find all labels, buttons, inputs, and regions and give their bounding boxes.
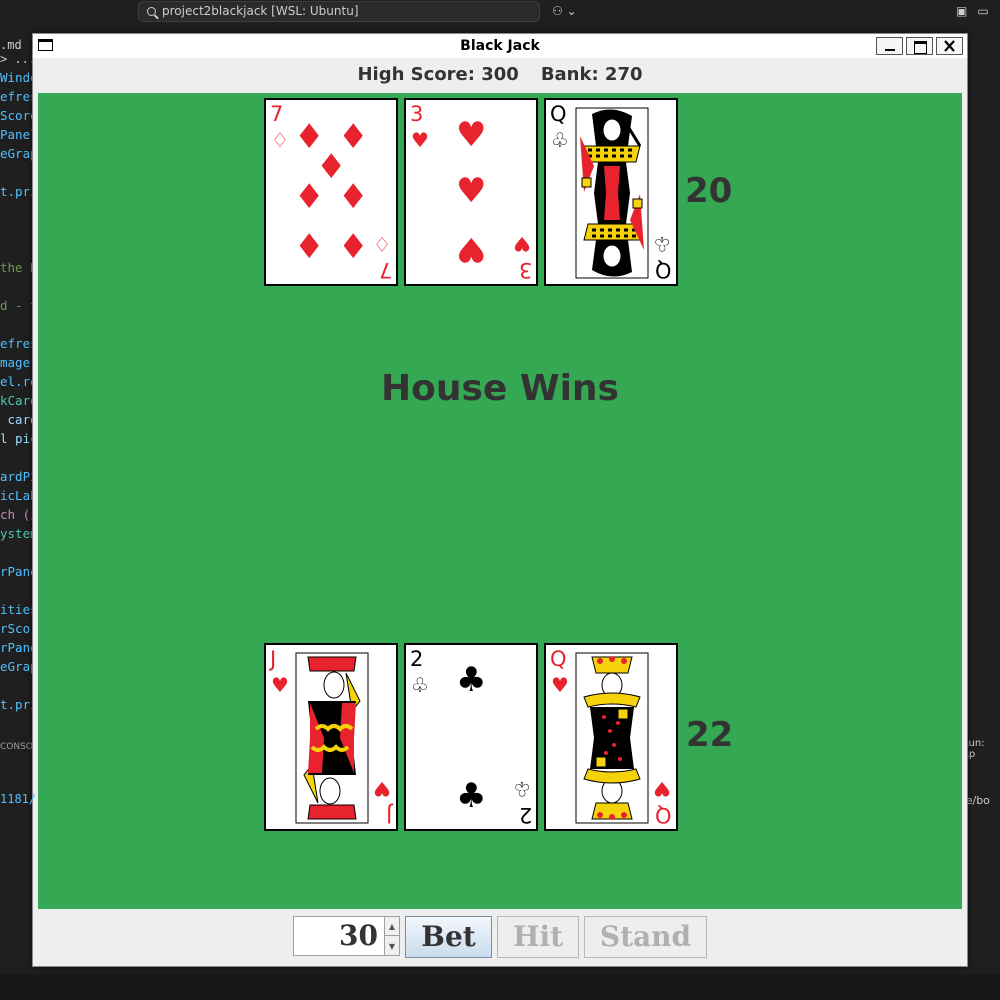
copilot-icon[interactable]: ⚇ ⌄ [552,4,577,18]
diamond-icon: ♢ [373,232,391,256]
background-status-bar [0,974,1000,1000]
club-icon: ♧ [653,232,671,256]
card-rank: J [270,647,277,671]
heart-icon: ♥ [653,777,671,801]
background-search-text: project2blackjack [WSL: Ubuntu] [162,4,359,18]
club-icon: ♣ [456,776,487,816]
background-file-tab[interactable]: .md > ... [0,38,36,66]
queen-face-art [575,107,649,279]
diamond-icon: ♦ [294,177,325,217]
bet-button[interactable]: Bet [405,916,492,958]
diamond-icon: ♦ [338,227,369,267]
background-breadcrumb: > ... [0,52,37,66]
heart-icon: ♥ [513,232,531,256]
minimize-button[interactable] [876,37,903,55]
dealer-card-3: Q ♧ Q ♧ [544,98,678,286]
card-rank: Q [550,102,567,126]
card-rank: 7 [378,258,392,282]
stand-button[interactable]: Stand [584,916,707,958]
player-card-3: Q ♥ Q ♥ [544,643,678,831]
heart-icon: ♥ [456,229,487,269]
bank-label: Bank: 270 [540,64,643,85]
card-rank: 3 [410,102,424,126]
heart-icon: ♥ [456,171,487,211]
background-console-tab[interactable]: CONSO [0,742,33,752]
card-table: 7 ♢ 7 ♢ ♦ ♦ ♦ ♦ ♦ ♦ ♦ 3 ♥ 3 ♥ ♥ ♥ ♥ Q ♧ … [38,93,962,909]
diamond-icon: ♦ [338,177,369,217]
heart-icon: ♥ [411,128,429,152]
layout-icons[interactable]: ▣▭ [956,4,999,18]
jack-face-art [295,652,369,824]
card-rank: 2 [518,803,532,827]
card-rank: J [385,803,392,827]
window-titlebar[interactable]: Black Jack [33,34,967,58]
heart-icon: ♥ [271,673,289,697]
bet-spinner[interactable]: ▲ ▼ [385,916,400,956]
card-rank: 2 [410,647,424,671]
heart-icon: ♥ [373,777,391,801]
queen-face-art [575,652,649,824]
club-icon: ♧ [551,128,569,152]
hit-button[interactable]: Hit [497,916,579,958]
background-search-box[interactable]: project2blackjack [WSL: Ubuntu] [138,1,540,22]
window-title: Black Jack [460,38,540,54]
diamond-icon: ♢ [271,128,289,152]
diamond-icon: ♦ [294,227,325,267]
result-message: House Wins [381,368,619,409]
card-rank: Q [655,803,672,827]
player-card-1: J ♥ J ♥ [264,643,398,831]
maximize-button[interactable] [906,37,933,55]
search-icon [147,7,156,16]
blackjack-window: Black Jack High Score: 300 Bank: 270 7 ♢ … [32,33,968,967]
dealer-total: 20 [685,171,733,211]
high-score-label: High Score: 300 [357,64,519,85]
club-icon: ♧ [411,673,429,697]
controls-bar: 30 ▲ ▼ Bet Hit Stand [38,909,962,963]
spinner-down-icon[interactable]: ▼ [385,937,399,956]
card-rank: Q [550,647,567,671]
bet-amount-field[interactable]: 30 [293,916,385,956]
heart-icon: ♥ [551,673,569,697]
card-rank: 3 [518,258,532,282]
club-icon: ♣ [456,660,487,700]
background-terminal-line: 1181/ [0,792,37,806]
player-card-2: 2 ♧ 2 ♧ ♣ ♣ [404,643,538,831]
player-total: 22 [686,715,734,755]
heart-icon: ♥ [456,115,487,155]
card-rank: 7 [270,102,284,126]
score-bar: High Score: 300 Bank: 270 [38,58,962,93]
club-icon: ♧ [513,777,531,801]
dealer-card-1: 7 ♢ 7 ♢ ♦ ♦ ♦ ♦ ♦ ♦ ♦ [264,98,398,286]
spinner-up-icon[interactable]: ▲ [385,917,399,936]
card-rank: Q [655,258,672,282]
dealer-card-2: 3 ♥ 3 ♥ ♥ ♥ ♥ [404,98,538,286]
close-button[interactable] [936,37,963,55]
close-icon [944,40,955,52]
